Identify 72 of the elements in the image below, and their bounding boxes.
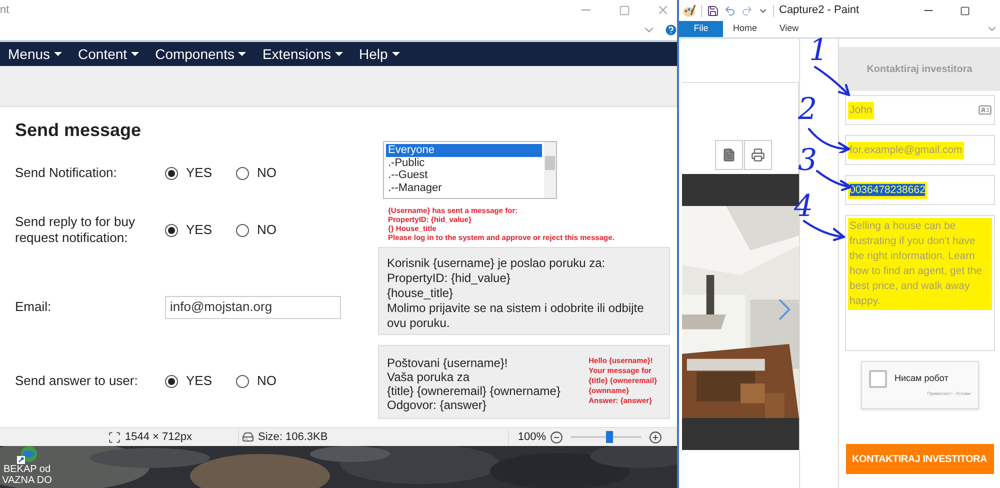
shortcut-label: VAZNA DO (2, 475, 52, 486)
field-value: John (850, 104, 872, 116)
document-icon (722, 148, 736, 162)
print-button[interactable] (744, 140, 772, 170)
handwritten-number: 2 (798, 94, 818, 126)
zoom-slider[interactable] (571, 431, 641, 443)
zoom-out-icon[interactable] (550, 430, 563, 444)
form-title: Kontaktiraj investitora (866, 62, 972, 76)
template-text: {title} {owneremail} {ownername} (387, 384, 560, 398)
page-heading: Send message (15, 119, 142, 142)
menu-item[interactable]: Menus (8, 44, 62, 64)
field-value: Selling a house can be frustrating if you don't have the right information. Learn how to find an agent, get the best price, and walk away happy. (850, 220, 982, 307)
window-title: nt (0, 2, 10, 18)
template-text: Molimo prijavite se na sistem i odobrite ili odbijte ovu poruku. (387, 301, 645, 331)
captcha-checkbox[interactable] (868, 370, 886, 388)
field-label: Send Notification: (15, 165, 118, 181)
help-icon[interactable] (664, 23, 678, 37)
template-text: PropertyID: {hid_value} (387, 271, 512, 286)
shortcut-label: BEKAP od (3, 464, 51, 475)
ribbon-tab[interactable]: File (679, 21, 723, 37)
dimensions-icon (108, 430, 121, 444)
ribbon-tab[interactable]: Home (723, 21, 767, 37)
image-dimensions: 1544 × 712px (125, 430, 192, 445)
ribbon-tab[interactable]: View (767, 21, 811, 37)
save-icon[interactable] (707, 4, 719, 16)
field-label: Email: (15, 299, 52, 315)
contact-card-icon (978, 103, 992, 117)
document-button[interactable] (715, 140, 743, 170)
radio-option[interactable]: NO (236, 163, 277, 183)
radio-option[interactable]: YES (165, 163, 212, 183)
field-value: 0036478238662 (850, 184, 926, 196)
group-listbox[interactable]: Everyone .-Public .--Guest .--Manager (383, 141, 557, 199)
field-label: Send reply to for buy request notification: (15, 214, 136, 246)
template-text: Poštovani {username}! (387, 356, 509, 370)
zoom-level: 100% (518, 430, 546, 445)
list-option[interactable]: .-Public (386, 156, 542, 169)
template-text: Korisnik {username} je poslao poruku za: (387, 256, 606, 271)
list-option[interactable]: .--Guest (386, 169, 542, 182)
maximize-icon[interactable] (960, 6, 970, 16)
menu-item[interactable]: Extensions (262, 44, 343, 64)
printer-icon (751, 148, 765, 162)
radio-option[interactable]: YES (165, 220, 212, 240)
template-text: {house_title} (387, 286, 454, 301)
scrollbar[interactable] (544, 142, 556, 198)
hand-drawn-arrow (802, 219, 848, 241)
template-text: Odgovor: {answer} (387, 398, 488, 412)
paint-palette-icon (682, 4, 696, 18)
radio-option[interactable]: NO (236, 220, 277, 240)
list-option[interactable]: Everyone (386, 144, 542, 156)
template-text: Vaša poruka za (387, 370, 470, 384)
handwritten-number: 3 (798, 145, 818, 177)
globe-icon (17, 446, 37, 464)
window-title: Capture2 - Paint (779, 3, 860, 18)
email-field[interactable]: info@mojstan.org (165, 296, 341, 318)
handwritten-number: 4 (794, 191, 814, 223)
input-field[interactable]: 0036478238662 (844, 175, 994, 205)
radio-option[interactable]: YES (165, 371, 212, 391)
handwritten-number: 1 (809, 35, 828, 67)
template-box[interactable]: Korisnik {username} je poslao poruku za: PropertyID: {hid_value} {house_title} Molimo prijavite se na sistem i odobrite ili odbijte ovu poruku. (378, 247, 670, 335)
field-value: for.example@gmail.com (850, 144, 962, 156)
undo-icon[interactable] (724, 4, 736, 16)
menu-item[interactable]: Content (78, 44, 140, 64)
zoom-in-icon[interactable] (649, 430, 662, 444)
captcha-label: Нисам робот (894, 372, 948, 386)
hand-drawn-arrow (813, 65, 853, 97)
menu-item[interactable]: Components (155, 44, 246, 64)
list-option[interactable]: .--Manager (386, 182, 542, 194)
field-label: Send answer to user: (15, 373, 139, 389)
menu-item[interactable]: Help (358, 44, 400, 64)
radio-option[interactable]: NO (236, 371, 277, 391)
close-icon[interactable] (656, 3, 670, 17)
file-size: Size: 106.3KB (258, 430, 328, 445)
